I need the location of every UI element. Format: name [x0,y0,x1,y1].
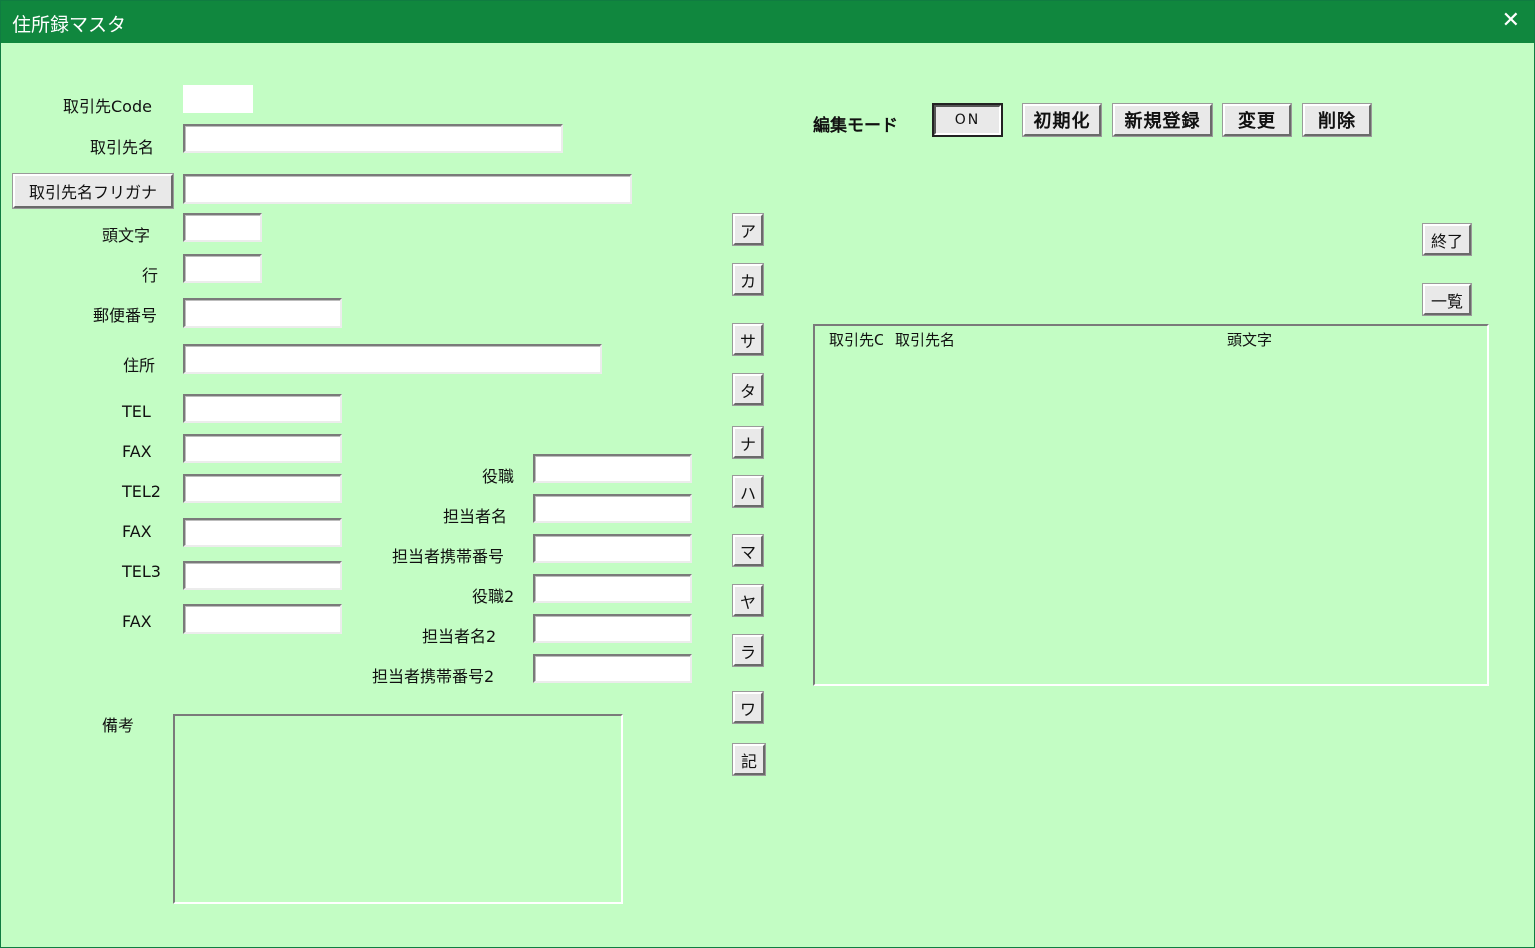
contact2-label: 担当者名2 [422,627,497,646]
contact2-field[interactable] [533,614,692,643]
remarks-textarea[interactable] [173,714,623,904]
furigana-button[interactable]: 取引先名フリガナ [12,173,174,209]
kana-button-sa[interactable]: サ [732,323,764,356]
change-button[interactable]: 変更 [1222,103,1292,137]
kana-button-ma[interactable]: マ [732,534,764,567]
mobile2-label: 担当者携帯番号2 [372,667,495,686]
kana-button-na[interactable]: ナ [732,426,764,459]
title-bar: 住所録マスタ ✕ [1,1,1534,43]
tel3-field[interactable] [183,561,342,590]
window-title: 住所録マスタ [12,14,127,36]
edit-mode-label: 編集モード [813,116,898,136]
fax2-label: FAX [122,522,152,541]
position-label: 役職 [482,467,515,486]
list-column-name: 取引先名 [895,331,956,349]
kana-button-ya[interactable]: ヤ [732,584,764,617]
row-field[interactable] [183,254,262,283]
list-button[interactable]: 一覧 [1422,283,1472,316]
row-label: 行 [142,266,159,285]
position2-label: 役職2 [472,587,515,606]
initial-field[interactable] [183,213,262,242]
tel2-label: TEL2 [122,482,161,501]
name-field[interactable] [183,124,563,153]
new-register-button[interactable]: 新規登録 [1112,103,1213,137]
mobile2-field[interactable] [533,654,692,683]
kana-button-wa[interactable]: ワ [732,691,764,724]
position-field[interactable] [533,454,692,483]
remarks-label: 備考 [102,716,135,735]
edit-mode-on-button[interactable]: ON [932,103,1003,137]
address-label: 住所 [123,356,156,375]
tel2-field[interactable] [183,474,342,503]
fax3-field[interactable] [183,604,342,634]
kana-button-ha[interactable]: ハ [732,475,764,508]
fax3-label: FAX [122,612,152,631]
code-field[interactable] [183,85,253,113]
fax-label: FAX [122,442,152,461]
list-column-initial: 頭文字 [1227,331,1273,349]
code-label: 取引先Code [63,97,152,116]
mobile-label: 担当者携帯番号 [392,547,505,566]
zip-label: 郵便番号 [93,306,158,325]
address-book-window: 住所録マスタ ✕ 取引先Code 取引先名 取引先名フリガナ 頭文字 行 郵便番… [0,0,1535,948]
exit-button[interactable]: 終了 [1422,223,1472,256]
fax-field[interactable] [183,434,342,463]
contact-field[interactable] [533,494,692,523]
name-label: 取引先名 [90,138,155,157]
kana-button-symbol[interactable]: 記 [732,743,766,776]
position2-field[interactable] [533,574,692,603]
contact-label: 担当者名 [443,507,508,526]
record-list[interactable]: 取引先Code 取引先名 頭文字 [813,324,1489,686]
kana-button-a[interactable]: ア [732,213,764,246]
kana-button-ra[interactable]: ラ [732,634,764,667]
close-icon[interactable]: ✕ [1502,8,1520,34]
zip-field[interactable] [183,298,342,328]
furigana-field[interactable] [183,174,632,204]
list-column-code: 取引先Code [829,331,883,349]
mobile-field[interactable] [533,534,692,563]
tel-field[interactable] [183,394,342,423]
initial-label: 頭文字 [102,226,151,245]
delete-button[interactable]: 削除 [1302,103,1372,137]
tel-label: TEL [122,402,151,421]
address-field[interactable] [183,344,602,374]
kana-button-ka[interactable]: カ [732,263,764,296]
kana-button-ta[interactable]: タ [732,373,764,406]
fax2-field[interactable] [183,518,342,547]
init-button[interactable]: 初期化 [1022,103,1102,137]
tel3-label: TEL3 [122,562,161,581]
